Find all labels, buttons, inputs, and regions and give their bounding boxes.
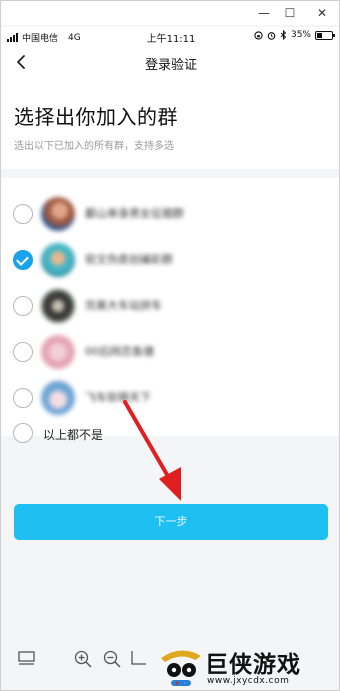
group-option[interactable]: 软文伪类创编彩群 [1,237,339,283]
checkbox[interactable] [13,342,33,362]
group-name: 鄱山单身男女征婚群 [85,207,184,220]
next-step-button[interactable]: 下一步 [14,504,328,540]
mascot-logo-icon [161,650,201,686]
group-list: 鄱山单身男女征婚群 软文伪类创编彩群 完美大车站拼车 00后网恋鱼塘 飞车软萌天… [1,178,339,443]
group-avatar [41,243,75,277]
checkbox[interactable] [13,296,33,316]
battery-icon [315,30,335,40]
group-avatar [41,335,75,369]
maximize-button[interactable]: ☐ [281,4,299,22]
window-titlebar: — ☐ ✕ [1,1,339,25]
navigation-bar: 登录验证 [1,47,339,77]
phone-status-bar: 中国电信 4G 上午11:11 35% [1,27,339,47]
none-option[interactable]: 以上都不是 [1,421,339,451]
none-option-label: 以上都不是 [43,428,104,442]
checkbox[interactable] [13,423,33,443]
page-header: 选择出你加入的群 选出以下已加入的所有群，支持多选 [1,77,339,169]
layout-icon[interactable] [17,649,37,669]
site-watermark: 巨侠游戏 www.jxycdx.com [151,637,339,690]
group-name: 软文伪类创编彩群 [85,253,173,266]
minimize-button[interactable]: — [255,4,273,22]
crop-icon[interactable] [129,649,149,669]
group-avatar [41,289,75,323]
alarm-icon [267,31,276,40]
bluetooth-icon [280,30,287,40]
screenshot-frame: — ☐ ✕ 中国电信 4G 上午11:11 35% 登录验证 选择出你加入的群 … [0,0,340,691]
checkbox-checked[interactable] [13,250,33,270]
watermark-url: www.jxycdx.com [207,676,290,686]
watermark-title: 巨侠游戏 [205,652,301,678]
battery-percent: 35% [290,30,311,40]
group-option[interactable]: 00后网恋鱼塘 [1,329,339,375]
group-name: 飞车软萌天下 [85,391,151,404]
group-option[interactable]: 鄱山单身男女征婚群 [1,191,339,237]
checkbox[interactable] [13,204,33,224]
nav-title: 登录验证 [144,58,197,73]
page-subtitle: 选出以下已加入的所有群，支持多选 [14,141,174,152]
group-avatar [41,197,75,231]
group-name: 完美大车站拼车 [85,299,162,312]
checkbox[interactable] [13,388,33,408]
page-title: 选择出你加入的群 [14,105,178,129]
lock-rotation-icon [254,30,263,40]
group-option[interactable]: 飞车软萌天下 [1,375,339,421]
group-avatar [41,381,75,415]
close-window-button[interactable]: ✕ [313,4,331,22]
zoom-out-icon[interactable] [102,649,122,669]
group-option[interactable]: 完美大车站拼车 [1,283,339,329]
zoom-in-icon[interactable] [73,649,93,669]
group-name: 00后网恋鱼塘 [85,345,154,358]
